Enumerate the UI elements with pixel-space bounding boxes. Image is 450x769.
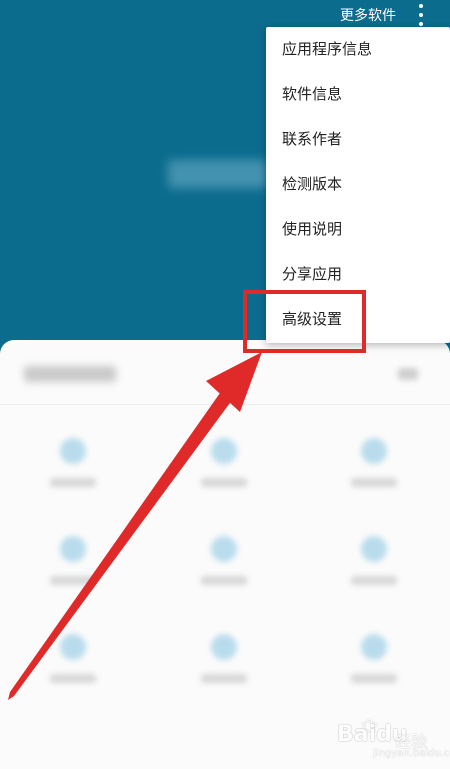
blurred-header-text: [168, 160, 268, 188]
blurred-app-label: [201, 576, 247, 585]
content-sheet: [0, 340, 450, 769]
blurred-app-icon: [361, 634, 387, 660]
blurred-app-icon: [361, 536, 387, 562]
blurred-app-icon: [60, 634, 86, 660]
grid-item[interactable]: [333, 438, 413, 508]
grid-item[interactable]: [32, 536, 112, 606]
baidu-watermark: ❀ Baidu 经验 jingyan.baidu.com: [333, 708, 450, 763]
menu-item-instructions[interactable]: 使用说明: [266, 207, 450, 252]
grid-item[interactable]: [183, 634, 263, 704]
overflow-menu-icon[interactable]: [414, 4, 428, 26]
grid-item[interactable]: [183, 536, 263, 606]
blurred-app-icon: [361, 438, 387, 464]
dot: [419, 22, 423, 26]
blurred-app-label: [50, 478, 96, 487]
grid-item[interactable]: [183, 438, 263, 508]
dot: [419, 4, 423, 8]
annotation-highlight-box: [243, 290, 366, 353]
menu-item-contact-author[interactable]: 联系作者: [266, 117, 450, 162]
watermark-url: jingyan.baidu.com: [373, 748, 450, 759]
blurred-app-label: [351, 674, 397, 683]
blurred-app-label: [351, 478, 397, 487]
blurred-app-icon: [60, 536, 86, 562]
blurred-app-label: [201, 478, 247, 487]
blurred-app-icon: [211, 438, 237, 464]
grid-item[interactable]: [333, 634, 413, 704]
grid-item[interactable]: [32, 634, 112, 704]
blurred-app-label: [201, 674, 247, 683]
grid-item[interactable]: [333, 536, 413, 606]
blurred-sheet-title: [24, 366, 116, 382]
sheet-header: [0, 340, 450, 405]
grid-item[interactable]: [32, 438, 112, 508]
blurred-app-label: [351, 576, 397, 585]
more-software-link[interactable]: 更多软件: [340, 6, 396, 26]
dot: [419, 13, 423, 17]
blurred-app-icon: [60, 438, 86, 464]
menu-item-app-info[interactable]: 应用程序信息: [266, 27, 450, 72]
menu-item-check-version[interactable]: 检测版本: [266, 162, 450, 207]
blurred-app-icon: [211, 536, 237, 562]
blurred-app-label: [50, 576, 96, 585]
blurred-app-label: [50, 674, 96, 683]
blurred-sheet-action: [398, 368, 418, 380]
menu-item-software-info[interactable]: 软件信息: [266, 72, 450, 117]
blurred-app-icon: [211, 634, 237, 660]
